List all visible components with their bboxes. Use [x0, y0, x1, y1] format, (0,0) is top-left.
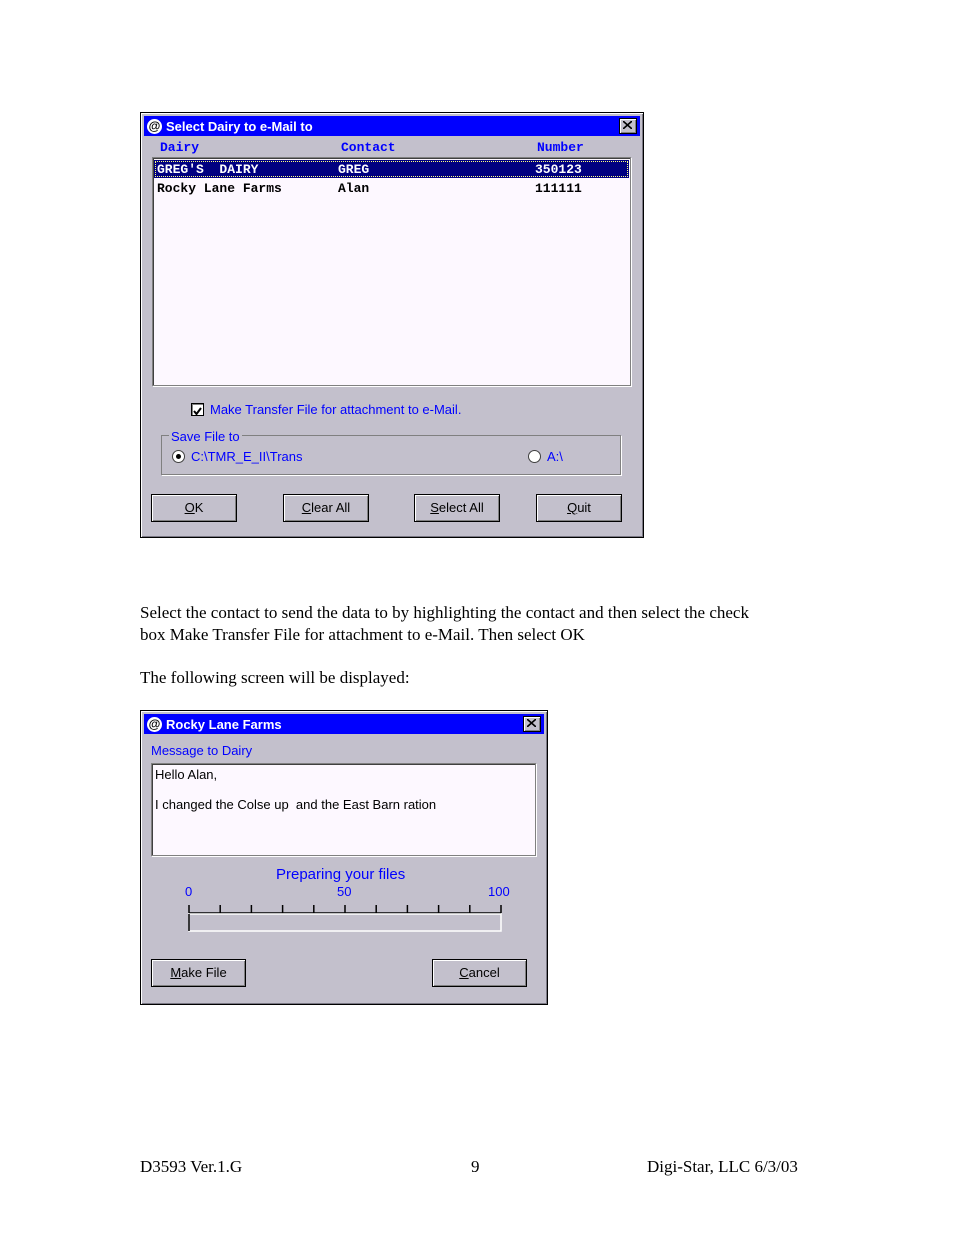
- radio-selected-dot: [176, 454, 181, 459]
- make-transfer-file-checkbox[interactable]: [191, 403, 204, 416]
- dairy-list[interactable]: GREG'S DAIRY GREG 350123 Rocky Lane Farm…: [152, 157, 631, 386]
- message-to-dairy-label: Message to Dairy: [151, 743, 253, 758]
- list-row-rocky-lane-farms[interactable]: Rocky Lane Farms Alan 111111: [154, 179, 629, 197]
- column-header-contact[interactable]: Contact: [341, 140, 396, 155]
- select-all-button-hotkey: S: [430, 500, 439, 515]
- ok-button[interactable]: OK: [151, 494, 237, 522]
- select-dairy-dialog: @ Select Dairy to e-Mail to Dairy Contac…: [140, 112, 644, 538]
- instruction-line-2: box Make Transfer File for attachment to…: [140, 625, 585, 644]
- quit-button[interactable]: Quit: [536, 494, 622, 522]
- column-header-dairy[interactable]: Dairy: [160, 140, 199, 155]
- close-button[interactable]: [619, 118, 637, 134]
- cancel-button-hotkey: C: [459, 965, 469, 980]
- dialog-title: Select Dairy to e-Mail to: [166, 118, 313, 134]
- rocky-lane-farms-dialog: @ Rocky Lane Farms Message to Dairy Hell…: [140, 710, 548, 1005]
- radio-trans-folder-label[interactable]: C:\TMR_E_II\Trans: [191, 449, 302, 464]
- select-all-button[interactable]: Select All: [414, 494, 500, 522]
- clear-all-button-label: lear All: [311, 500, 351, 515]
- quit-button-hotkey: Q: [567, 500, 578, 515]
- ok-button-hotkey: O: [184, 500, 195, 515]
- footer-right: Digi-Star, LLC 6/3/03: [647, 1157, 798, 1176]
- app-icon: @: [147, 716, 162, 732]
- make-file-button-hotkey: M: [170, 965, 182, 980]
- dialog-title-bar[interactable]: @ Select Dairy to e-Mail to: [144, 116, 640, 136]
- scale-mid-label: 50: [337, 884, 352, 899]
- quit-button-label: uit: [577, 500, 591, 515]
- select-all-button-label: elect All: [438, 500, 484, 515]
- row-contact: GREG: [338, 162, 370, 177]
- progress-bar-track: [188, 913, 502, 932]
- save-file-to-label: Save File to: [169, 429, 242, 444]
- close-button[interactable]: [523, 716, 541, 732]
- cancel-button-label: ancel: [468, 965, 500, 980]
- message-line-2: I changed the Colse up and the East Barn…: [155, 797, 437, 812]
- clear-all-button[interactable]: Clear All: [283, 494, 369, 522]
- close-icon: [623, 121, 632, 129]
- make-file-button[interactable]: Make File: [151, 959, 246, 987]
- message-line-1: Hello Alan,: [155, 767, 218, 782]
- instruction-paragraph: Select the contact to send the data to b…: [140, 602, 749, 646]
- radio-a-drive-label[interactable]: A:\: [547, 449, 563, 464]
- dialog-title-bar[interactable]: @ Rocky Lane Farms: [144, 714, 544, 734]
- following-screen-text: The following screen will be displayed:: [140, 668, 410, 687]
- make-file-button-label: ake File: [181, 965, 227, 980]
- row-dairy: Rocky Lane Farms: [157, 181, 282, 196]
- app-icon: @: [147, 118, 162, 134]
- row-number: 111111: [535, 181, 582, 196]
- ok-button-label: K: [194, 500, 204, 515]
- make-transfer-file-label[interactable]: Make Transfer File for attachment to e-M…: [210, 402, 461, 417]
- dialog-title: Rocky Lane Farms: [166, 716, 282, 732]
- row-number: 350123: [535, 162, 582, 177]
- row-dairy: GREG'S DAIRY: [157, 162, 259, 177]
- message-textarea[interactable]: Hello Alan, I changed the Colse up and t…: [151, 763, 536, 856]
- scale-min-label: 0: [185, 884, 193, 899]
- column-header-number[interactable]: Number: [537, 140, 584, 155]
- footer-page-number: 9: [471, 1157, 480, 1176]
- close-icon: [527, 719, 536, 727]
- clear-all-button-hotkey: C: [301, 500, 312, 515]
- progress-scale: [188, 905, 502, 932]
- scale-max-label: 100: [488, 884, 510, 899]
- footer-left: D3593 Ver.1.G: [140, 1157, 243, 1176]
- cancel-button[interactable]: Cancel: [432, 959, 527, 987]
- progress-label: Preparing your files: [276, 866, 406, 883]
- row-contact: Alan: [338, 181, 370, 196]
- instruction-line-1: Select the contact to send the data to b…: [140, 603, 749, 622]
- list-row-greg-s-dairy[interactable]: GREG'S DAIRY GREG 350123: [154, 160, 629, 178]
- radio-a-drive[interactable]: [528, 450, 541, 463]
- radio-trans-folder[interactable]: [172, 450, 185, 463]
- checkmark-icon: [193, 407, 202, 416]
